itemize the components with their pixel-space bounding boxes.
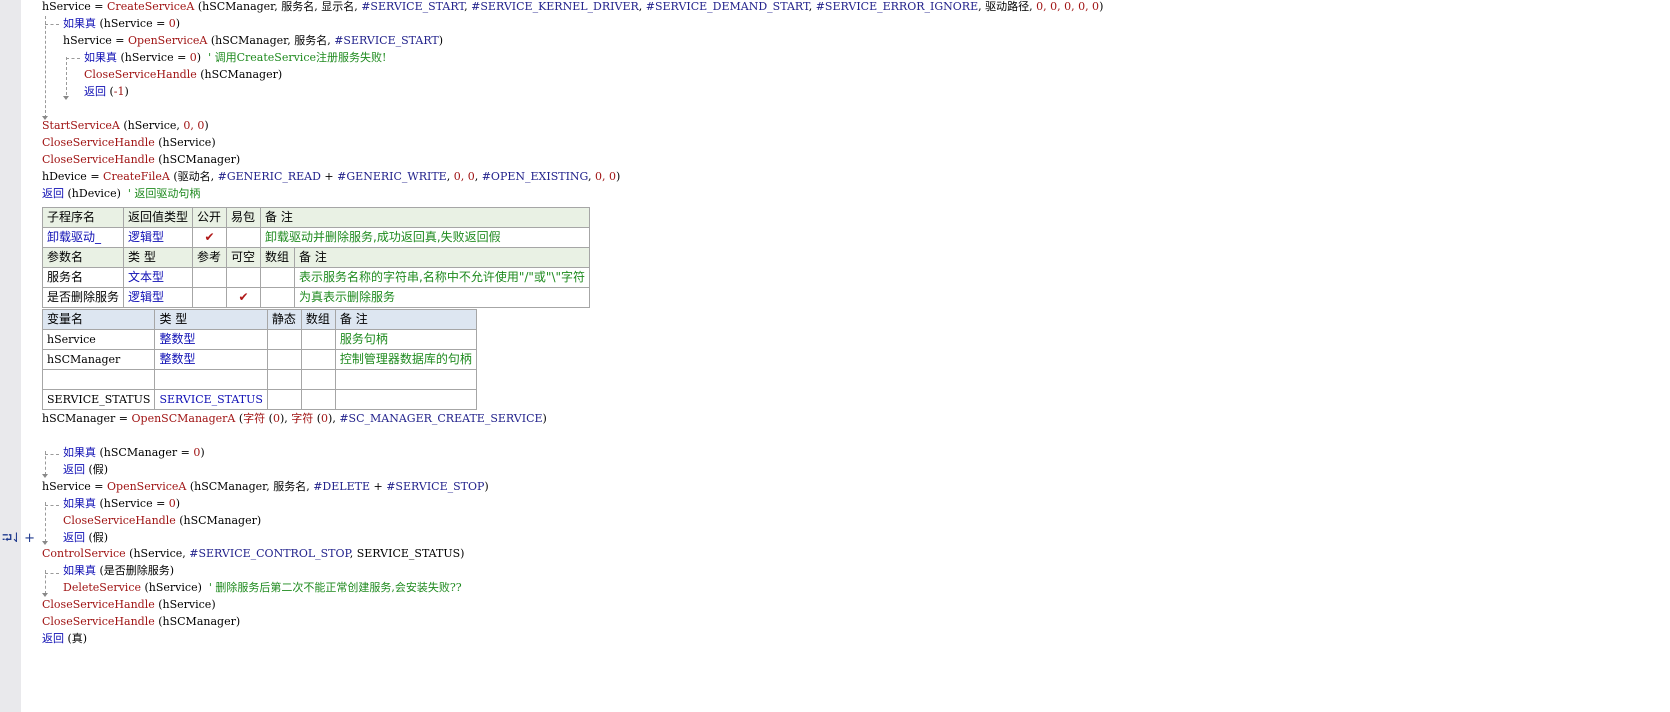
param-nullable-cell[interactable] xyxy=(226,267,262,288)
code-line[interactable]: StartServiceA (hService, 0, 0) xyxy=(42,117,209,135)
gutter-tools: ⮒⇃ + xyxy=(2,529,35,551)
code-line[interactable]: CloseServiceHandle (hSCManager) xyxy=(42,613,240,631)
indent-guide xyxy=(45,16,46,118)
code-line[interactable]: hService = CreateServiceA (hSCManager, 服… xyxy=(42,0,1103,16)
param-array-cell[interactable] xyxy=(260,267,296,288)
param-array-cell[interactable] xyxy=(260,287,296,308)
param-type-cell[interactable]: 文本型 xyxy=(123,267,194,288)
code-line[interactable]: hService = OpenServiceA (hSCManager, 服务名… xyxy=(42,478,489,496)
var-array-cell[interactable] xyxy=(300,389,336,410)
code-line[interactable]: 返回 (-1) xyxy=(84,83,129,101)
header-var-type: 类 型 xyxy=(154,309,268,330)
expand-icon[interactable]: + xyxy=(24,531,35,546)
header-param-ref: 参考 xyxy=(192,247,228,268)
table-row: 是否删除服务 逻辑型 ✔ 为真表示删除服务 xyxy=(41,287,591,308)
var-note-cell[interactable] xyxy=(334,369,477,390)
table-row: 服务名 文本型 表示服务名称的字符串,名称中不允许使用"/"或"\"字符 xyxy=(41,267,591,288)
header-param-name: 参数名 xyxy=(41,247,125,268)
indent-guide xyxy=(45,573,59,574)
code-line[interactable]: DeleteService (hService) ' 删除服务后第二次不能正常创… xyxy=(63,579,462,597)
subroutine-table: 子程序名 返回值类型 公开 易包 备 注 卸载驱动_ 逻辑型 ✔ 卸载驱动并删除… xyxy=(41,207,591,308)
indent-guide xyxy=(45,24,59,25)
var-note-cell[interactable]: 控制管理器数据库的句柄 xyxy=(334,349,477,370)
param-note-cell[interactable]: 表示服务名称的字符串,名称中不允许使用"/"或"\"字符 xyxy=(294,267,591,288)
collapse-icon[interactable]: ⮒ xyxy=(2,531,12,546)
table-row: SERVICE_STATUS SERVICE_STATUS xyxy=(41,389,477,410)
variable-table: 变量名 类 型 静态 数组 备 注 hService 整数型 服务句柄 hSCM… xyxy=(41,309,477,410)
indent-guide xyxy=(45,454,59,455)
var-array-cell[interactable] xyxy=(300,329,336,350)
code-line[interactable]: CloseServiceHandle (hSCManager) xyxy=(84,66,282,84)
code-line[interactable]: 返回 (假) xyxy=(63,461,108,479)
code-line[interactable]: 返回 (hDevice) ' 返回驱动句柄 xyxy=(42,185,200,203)
code-line[interactable]: hService = OpenServiceA (hSCManager, 服务名… xyxy=(63,32,443,50)
var-name-cell[interactable] xyxy=(41,369,156,390)
code-line[interactable]: ControlService (hService, #SERVICE_CONTR… xyxy=(42,545,464,563)
code-line[interactable]: 如果真 (hSCManager = 0) xyxy=(63,444,205,462)
sub-note-cell[interactable]: 卸载驱动并删除服务,成功返回真,失败返回假 xyxy=(260,227,591,248)
var-note-cell[interactable]: 服务句柄 xyxy=(334,329,477,350)
header-var-array: 数组 xyxy=(300,309,336,330)
header-param-type: 类 型 xyxy=(123,247,194,268)
var-name-cell[interactable]: hSCManager xyxy=(41,349,156,370)
param-note-cell[interactable]: 为真表示删除服务 xyxy=(294,287,591,308)
var-static-cell[interactable] xyxy=(266,389,302,410)
header-sub-name: 子程序名 xyxy=(41,207,125,228)
header-param-note: 备 注 xyxy=(294,247,591,268)
param-name-cell[interactable]: 是否删除服务 xyxy=(41,287,125,308)
header-param-array: 数组 xyxy=(260,247,296,268)
nullable-check-icon[interactable]: ✔ xyxy=(226,287,262,308)
block-end-arrow xyxy=(63,96,69,100)
sub-name-cell[interactable]: 卸载驱动_ xyxy=(41,227,125,248)
code-line[interactable]: CloseServiceHandle (hService) xyxy=(42,134,216,152)
header-var-name: 变量名 xyxy=(41,309,156,330)
easy-cell[interactable] xyxy=(226,227,262,248)
step-icon[interactable]: ⇃ xyxy=(11,531,22,546)
code-line[interactable]: CloseServiceHandle (hSCManager) xyxy=(63,512,261,530)
indent-guide xyxy=(45,505,59,506)
var-type-cell[interactable]: 整数型 xyxy=(154,349,268,370)
line-gutter xyxy=(0,0,21,712)
code-line[interactable]: 如果真 (hService = 0) xyxy=(63,15,180,33)
var-static-cell[interactable] xyxy=(266,349,302,370)
indent-guide xyxy=(66,57,67,95)
code-line[interactable]: 如果真 (是否删除服务) xyxy=(63,562,174,580)
var-static-cell[interactable] xyxy=(266,329,302,350)
var-type-cell[interactable]: SERVICE_STATUS xyxy=(154,389,268,410)
var-array-cell[interactable] xyxy=(300,369,336,390)
table-row: hService 整数型 服务句柄 xyxy=(41,329,477,350)
table-row xyxy=(41,369,477,390)
code-line[interactable]: 返回 (真) xyxy=(42,630,87,648)
code-line[interactable]: CloseServiceHandle (hService) xyxy=(42,596,216,614)
code-line[interactable]: 如果真 (hService = 0) ' 调用CreateService注册服务… xyxy=(84,49,386,67)
header-var-static: 静态 xyxy=(266,309,302,330)
var-name-cell[interactable]: hService xyxy=(41,329,156,350)
param-ref-cell[interactable] xyxy=(192,287,228,308)
return-type-cell[interactable]: 逻辑型 xyxy=(123,227,194,248)
var-type-cell[interactable] xyxy=(154,369,268,390)
header-easy: 易包 xyxy=(226,207,262,228)
header-public: 公开 xyxy=(192,207,228,228)
code-line[interactable]: CloseServiceHandle (hSCManager) xyxy=(42,151,240,169)
param-type-cell[interactable]: 逻辑型 xyxy=(123,287,194,308)
code-line[interactable]: hSCManager = OpenSCManagerA (字符 (0), 字符 … xyxy=(42,410,547,428)
code-line[interactable]: hDevice = CreateFileA (驱动名, #GENERIC_REA… xyxy=(42,168,620,186)
var-array-cell[interactable] xyxy=(300,349,336,370)
code-line[interactable]: 如果真 (hService = 0) xyxy=(63,495,180,513)
param-name-cell[interactable]: 服务名 xyxy=(41,267,125,288)
indent-guide xyxy=(66,58,80,59)
var-name-cell[interactable]: SERVICE_STATUS xyxy=(41,389,156,410)
table-row: hSCManager 整数型 控制管理器数据库的句柄 xyxy=(41,349,477,370)
header-note: 备 注 xyxy=(260,207,591,228)
header-return-type: 返回值类型 xyxy=(123,207,194,228)
param-ref-cell[interactable] xyxy=(192,267,228,288)
var-static-cell[interactable] xyxy=(266,369,302,390)
header-var-note: 备 注 xyxy=(334,309,477,330)
header-param-nullable: 可空 xyxy=(226,247,262,268)
var-type-cell[interactable]: 整数型 xyxy=(154,329,268,350)
var-note-cell[interactable] xyxy=(334,389,477,410)
indent-guide xyxy=(45,502,46,542)
public-check-icon[interactable]: ✔ xyxy=(192,227,228,248)
